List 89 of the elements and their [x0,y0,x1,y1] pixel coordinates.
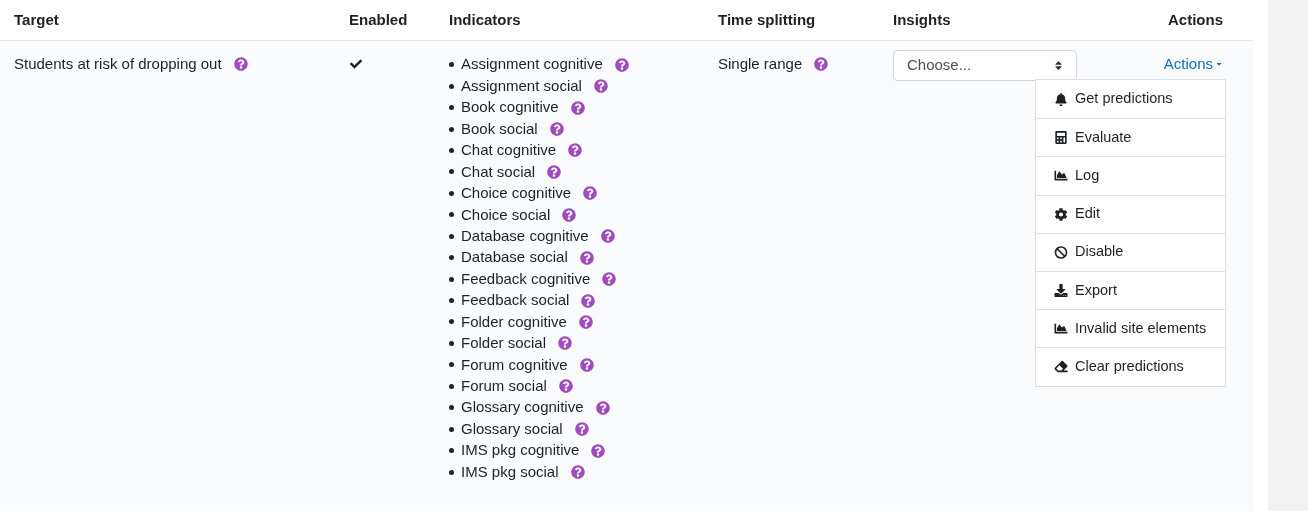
indicator-label: IMS pkg cognitive [461,440,580,461]
bullet-icon [449,62,454,68]
menu-item[interactable]: Get predictions [1036,80,1225,119]
help-icon[interactable] [581,293,596,308]
area-chart-icon [1054,322,1068,336]
bullet-icon [449,405,454,411]
menu-item[interactable]: Evaluate [1036,118,1225,157]
help-icon[interactable] [558,336,573,351]
indicator-label: Glossary social [461,418,563,439]
sort-icon [1054,60,1063,71]
help-icon[interactable] [558,379,573,394]
bullet-icon [449,126,454,132]
help-icon[interactable] [579,357,594,372]
bullet-icon [449,190,454,196]
indicator-label: Folder cognitive [461,311,567,332]
indicator-label: Folder social [461,333,547,354]
help-icon[interactable] [570,100,585,115]
column-header: Indicators [448,9,522,30]
bullet-icon [449,426,454,432]
help-icon[interactable] [614,57,629,72]
indicator-label: Choice cognitive [461,183,572,204]
menu-item[interactable]: Export [1036,270,1225,310]
bell-icon [1054,92,1068,106]
help-icon[interactable] [574,422,589,437]
actions-link[interactable]: Actions [1163,53,1223,76]
help-icon[interactable] [233,57,248,71]
indicator-label: Feedback cognitive [461,268,591,289]
table-cell: Students at risk of dropping out [14,55,222,72]
help-icon[interactable] [593,79,608,94]
help-icon[interactable] [591,443,606,458]
indicator-label: Chat cognitive [461,140,557,161]
menu-item[interactable]: Disable [1036,232,1225,271]
column-header: Insights [892,9,952,30]
indicator-label: Forum cognitive [461,354,568,375]
bullet-icon [449,147,454,153]
area-chart-icon [1054,169,1068,183]
bullet-icon [449,448,454,454]
help-icon[interactable] [547,164,562,179]
indicator-label: Database cognitive [461,225,589,246]
table-cell: Single range [718,55,803,72]
calculator-icon [1054,131,1068,145]
help-icon[interactable] [568,143,583,158]
indicator-label: Book cognitive [461,97,559,118]
help-icon[interactable] [579,250,594,265]
insights-select[interactable]: Choose... [893,50,1077,81]
help-icon[interactable] [595,400,610,415]
indicator-label: IMS pkg social [461,461,559,482]
bullet-icon [449,83,454,89]
indicator-label: Feedback social [461,290,570,311]
bullet-icon [449,319,454,325]
bullet-icon [449,383,454,389]
bullet-icon [449,276,454,282]
help-icon[interactable] [562,207,577,222]
bullet-icon [449,105,454,111]
column-header: Target [13,9,60,30]
bullet-icon [449,233,454,239]
menu-item[interactable]: Invalid site elements [1036,309,1225,348]
gear-icon [1054,207,1068,221]
help-icon[interactable] [549,122,564,137]
bullet-icon [449,340,454,346]
indicator-label: Choice social [461,204,551,225]
indicator-label: Forum social [461,376,547,397]
menu-item[interactable]: Clear predictions [1036,347,1225,386]
help-icon[interactable] [583,186,598,201]
bullet-icon [449,362,454,368]
bullet-icon [449,298,454,304]
indicator-label: Assignment social [461,75,582,96]
column-header: Enabled [348,9,409,30]
menu-item[interactable]: Edit [1036,194,1225,233]
prohibited-icon [1054,245,1068,259]
indicator-label: Assignment cognitive [461,54,603,75]
bullet-icon [449,169,454,175]
column-header: Time splitting [717,9,817,30]
help-icon[interactable] [600,229,615,244]
eraser-icon [1054,360,1068,374]
indicator-label: Chat social [461,161,536,182]
bullet-icon [449,469,454,475]
help-icon[interactable] [602,272,617,287]
help-icon[interactable] [578,314,593,329]
bullet-icon [449,212,454,218]
menu-item[interactable]: Log [1036,156,1225,195]
column-header: Actions [1168,9,1224,30]
download-icon [1054,284,1068,298]
indicator-label: Book social [461,118,538,139]
indicator-label: Glossary cognitive [461,397,584,418]
indicator-label: Database social [461,247,568,268]
help-icon[interactable] [814,57,829,71]
help-icon[interactable] [570,465,585,480]
bullet-icon [449,255,454,261]
